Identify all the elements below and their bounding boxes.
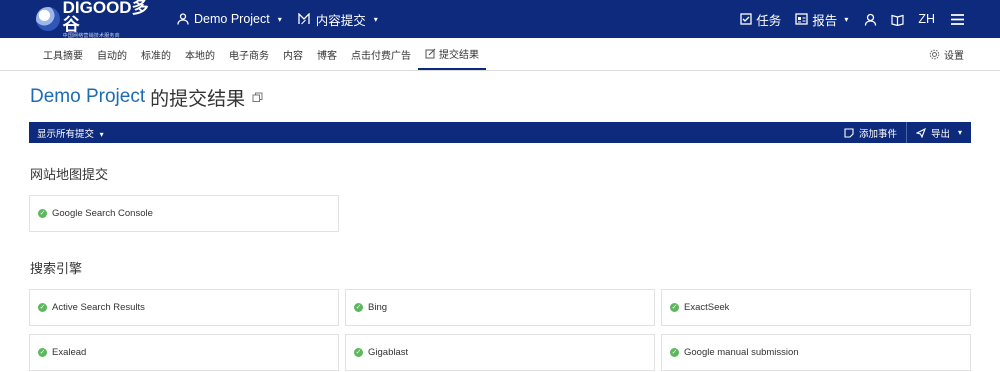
export-label: 导出 <box>930 128 950 140</box>
note-icon <box>844 127 854 138</box>
export-button[interactable]: 导出 ▾ <box>907 122 971 143</box>
language-label: ZH <box>918 12 935 26</box>
reports-menu[interactable]: 报告 ▾ <box>795 10 848 29</box>
content-menu[interactable]: 内容提交 ▾ <box>298 10 378 29</box>
submission-card-google-manual[interactable]: ✓ Google manual submission <box>661 334 971 371</box>
submission-card-active-search-results[interactable]: ✓ Active Search Results <box>29 289 339 326</box>
page-title-project[interactable]: Demo Project <box>30 86 145 108</box>
submission-card-label: ExactSeek <box>684 302 730 313</box>
hamburger-icon <box>951 13 964 25</box>
check-circle-icon: ✓ <box>670 348 679 357</box>
copy-icon[interactable] <box>252 92 263 103</box>
reports-label: 报告 <box>812 13 838 28</box>
page-title: Demo Project 的提交结果 <box>30 86 1000 110</box>
logo[interactable]: DIGOOD多谷 中国网络营销技术服务商 <box>36 0 164 39</box>
subnav-item-ecommerce[interactable]: 电子商务 <box>222 38 276 70</box>
chevron-down-icon: ▾ <box>277 14 282 24</box>
language-button[interactable]: ZH <box>918 12 935 26</box>
chevron-down-icon: ▾ <box>844 14 849 24</box>
chevron-down-icon: ▾ <box>99 129 104 139</box>
help-button[interactable] <box>891 13 904 26</box>
subnav-item-ppc[interactable]: 点击付费广告 <box>344 38 418 70</box>
submission-card-label: Active Search Results <box>52 302 145 313</box>
book-icon <box>891 14 904 26</box>
submission-card-label: Exalead <box>52 347 87 358</box>
submission-card-google-search-console[interactable]: ✓ Google Search Console <box>29 195 339 232</box>
gear-icon <box>929 49 940 60</box>
check-circle-icon: ✓ <box>354 303 363 312</box>
report-icon <box>795 13 808 25</box>
add-event-label: 添加事件 <box>858 128 897 140</box>
tasks-button[interactable]: 任务 <box>740 10 781 29</box>
tasks-icon <box>740 13 752 25</box>
submit-icon <box>425 48 436 58</box>
settings-button[interactable]: 设置 <box>929 38 964 71</box>
show-all-label: 显示所有提交 <box>37 128 95 140</box>
section-title-sitemap: 网站地图提交 <box>30 167 109 182</box>
sub-navigation: 工具摘要 自动的 标准的 本地的 电子商务 内容 博客 点击付费广告 提交结果 … <box>0 38 1000 71</box>
subnav-item-automatic[interactable]: 自动的 <box>90 38 134 70</box>
check-circle-icon: ✓ <box>38 348 47 357</box>
check-circle-icon: ✓ <box>38 303 47 312</box>
check-circle-icon: ✓ <box>670 303 679 312</box>
settings-label: 设置 <box>944 51 964 62</box>
subnav-item-local[interactable]: 本地的 <box>178 38 222 70</box>
subnav-item-tool-summary[interactable]: 工具摘要 <box>36 38 90 70</box>
project-menu-label: Demo Project <box>194 12 270 26</box>
subnav-item-standard[interactable]: 标准的 <box>134 38 178 70</box>
logo-text: DIGOOD多谷 <box>62 0 149 34</box>
top-navbar: DIGOOD多谷 中国网络营销技术服务商 Demo Project ▾ 内容提交… <box>0 0 1000 39</box>
send-icon <box>915 127 926 138</box>
add-event-button[interactable]: 添加事件 <box>835 122 906 143</box>
hamburger-menu-button[interactable] <box>951 13 964 25</box>
submission-card-gigablast[interactable]: ✓ Gigablast <box>345 334 655 371</box>
subnav-item-blog[interactable]: 博客 <box>310 38 344 70</box>
submission-card-label: Bing <box>368 302 388 313</box>
project-menu[interactable]: Demo Project ▾ <box>177 12 282 26</box>
submission-card-exactseek[interactable]: ✓ ExactSeek <box>661 289 971 326</box>
tasks-label: 任务 <box>756 13 782 28</box>
subnav-item-content[interactable]: 内容 <box>276 38 310 70</box>
subnav-item-submission-results[interactable]: 提交结果 <box>418 38 486 70</box>
page-title-suffix: 的提交结果 <box>150 88 246 110</box>
section-title-search-engines: 搜索引擎 <box>30 261 83 276</box>
content-menu-label: 内容提交 <box>315 13 366 28</box>
logo-mark-icon <box>36 7 60 31</box>
chevron-down-icon: ▾ <box>373 14 378 24</box>
submission-card-label: Google manual submission <box>684 347 799 358</box>
submission-card-label: Google Search Console <box>52 208 153 219</box>
check-circle-icon: ✓ <box>38 209 47 218</box>
account-button[interactable] <box>864 13 877 26</box>
show-all-dropdown[interactable]: 显示所有提交 ▾ <box>37 126 104 140</box>
content-icon <box>298 13 310 25</box>
account-icon <box>865 13 877 26</box>
results-toolbar: 显示所有提交 ▾ 添加事件 导出 ▾ <box>29 122 971 143</box>
user-icon <box>177 13 189 25</box>
submission-card-exalead[interactable]: ✓ Exalead <box>29 334 339 371</box>
check-circle-icon: ✓ <box>354 348 363 357</box>
subnav-item-label: 提交结果 <box>439 49 479 61</box>
chevron-down-icon: ▾ <box>957 128 962 137</box>
submission-card-label: Gigablast <box>368 347 409 358</box>
submission-card-bing[interactable]: ✓ Bing <box>345 289 655 326</box>
